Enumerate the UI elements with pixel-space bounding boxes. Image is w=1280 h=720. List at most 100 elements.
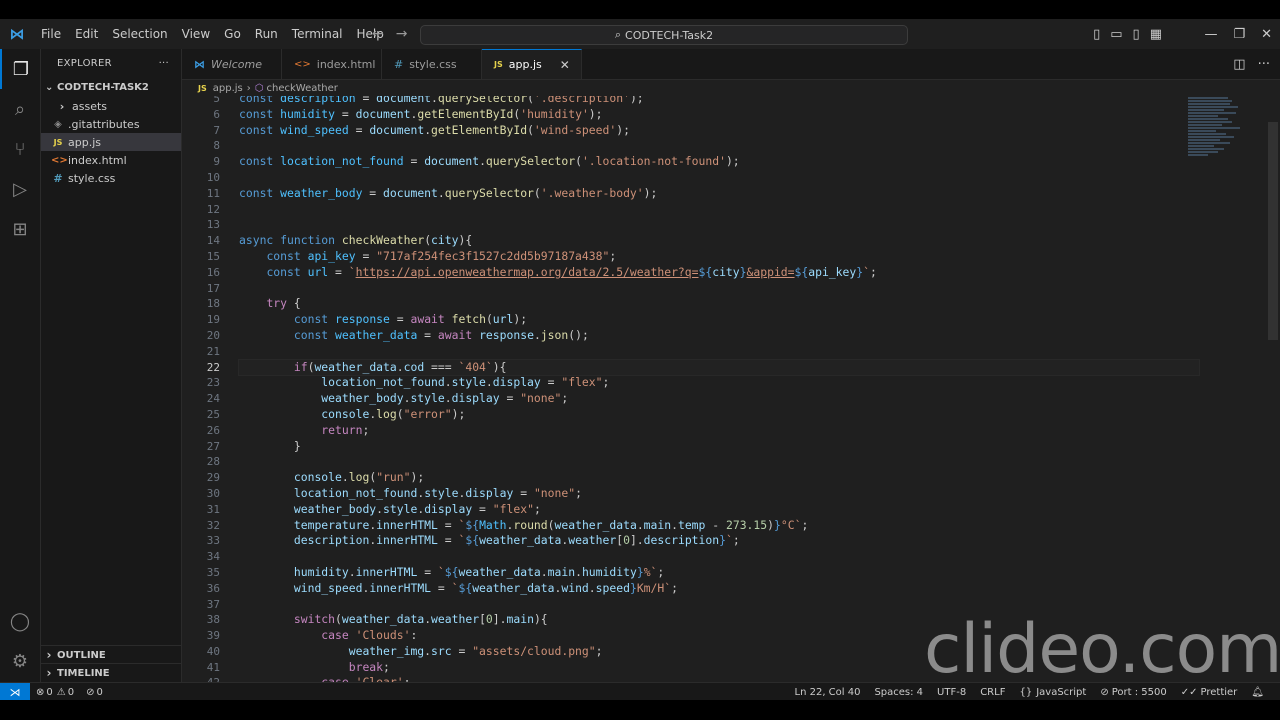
tab-app-js[interactable]: JS app.js ✕ — [482, 49, 582, 79]
line-number: 30 — [206, 486, 220, 500]
line-number: 5 — [213, 96, 220, 105]
chevron-right-icon: › — [59, 99, 65, 113]
line-number: 7 — [213, 123, 220, 137]
error-icon: ⊗ — [36, 686, 45, 698]
line-number: 35 — [206, 565, 220, 579]
code-line: try { — [266, 296, 301, 311]
git-icon: ◈ — [54, 118, 62, 130]
code-line: humidity.innerHTML = `${weather_data.mai… — [293, 564, 665, 579]
outline-section[interactable]: › OUTLINE — [41, 645, 181, 664]
code-line: const weather_data = await response.json… — [293, 327, 589, 342]
tab-style-css[interactable]: # style.css — [382, 49, 482, 79]
tree-item-app-js[interactable]: JS app.js — [41, 133, 181, 151]
menu-go[interactable]: Go — [217, 19, 248, 49]
code-line: return; — [321, 422, 370, 437]
toggle-secondary-sidebar-icon[interactable]: ▯ — [1133, 27, 1140, 42]
live-server-port[interactable]: ⊘ Port : 5500 — [1094, 687, 1172, 698]
code-area[interactable]: const description = document.querySelect… — [238, 96, 1200, 682]
line-number: 39 — [206, 629, 220, 643]
restore-icon[interactable]: ❐ — [1233, 27, 1245, 42]
code-line: const api_key = "717af254fec3f1527c2dd5b… — [266, 248, 617, 263]
encoding[interactable]: UTF-8 — [931, 687, 972, 698]
warning-count: 0 — [67, 686, 75, 698]
close-tab-icon[interactable]: ✕ — [560, 58, 570, 72]
menu-selection[interactable]: Selection — [105, 19, 174, 49]
search-icon[interactable]: ⌕ — [0, 89, 40, 129]
prettier-status[interactable]: ✓✓ Prettier — [1175, 687, 1244, 698]
more-actions-icon[interactable]: ··· — [1258, 57, 1270, 72]
tree-item-gitattributes[interactable]: ◈ .gitattributes — [41, 115, 181, 133]
activity-bar: ❐ ⌕ ⑂ ▷ ⊞ ◯ ⚙ — [0, 49, 41, 682]
menu-run[interactable]: Run — [248, 19, 285, 49]
port-label: Port : 5500 — [1111, 686, 1167, 698]
line-number: 26 — [206, 423, 220, 437]
remote-icon[interactable]: ⋊ — [0, 683, 30, 701]
breadcrumb-file[interactable]: app.js — [213, 83, 243, 94]
language-mode[interactable]: {} JavaScript — [1013, 687, 1092, 698]
tree-item-label: .gitattributes — [68, 117, 140, 131]
explorer-title: EXPLORER — [57, 57, 112, 69]
explorer-icon[interactable]: ❐ — [0, 49, 40, 89]
indentation[interactable]: Spaces: 4 — [868, 687, 929, 698]
line-number: 28 — [206, 455, 220, 469]
line-number: 33 — [206, 534, 220, 548]
menu-file[interactable]: File — [34, 19, 68, 49]
more-actions-icon[interactable]: ··· — [159, 58, 169, 69]
minimap[interactable] — [1188, 96, 1248, 186]
menu-terminal[interactable]: Terminal — [285, 19, 350, 49]
run-debug-icon[interactable]: ▷ — [0, 169, 40, 209]
tree-item-style-css[interactable]: # style.css — [41, 169, 181, 187]
js-icon: JS — [494, 60, 503, 69]
tab-welcome[interactable]: ⋈ Welcome — [182, 49, 282, 79]
code-editor[interactable]: 5 6 7 8 9 10 11 12 13 14 15 16 17 18 19 20 21 22 23 24 25 26 2… — [182, 96, 1280, 682]
double-check-icon: ✓✓ — [1180, 686, 1198, 698]
forward-arrow-icon[interactable]: → — [396, 26, 408, 42]
line-number: 31 — [206, 502, 220, 516]
back-arrow-icon[interactable]: ← — [372, 26, 384, 42]
line-number: 27 — [206, 439, 220, 453]
line-number: 11 — [206, 186, 220, 200]
line-number: 12 — [206, 202, 220, 216]
ports-indicator[interactable]: ⊘ 0 — [80, 687, 109, 698]
command-center[interactable]: ⌕ CODTECH-Task2 — [420, 25, 908, 45]
code-line: const location_not_found = document.quer… — [239, 154, 740, 169]
line-number: 25 — [206, 407, 220, 421]
toggle-primary-sidebar-icon[interactable]: ▯ — [1093, 27, 1100, 42]
code-line-current: if(weather_data.cod === `404`){ — [238, 358, 1200, 377]
settings-gear-icon[interactable]: ⚙ — [0, 641, 40, 681]
breadcrumb-symbol[interactable]: checkWeather — [266, 83, 337, 94]
tree-item-assets[interactable]: › assets — [41, 97, 181, 115]
line-number: 6 — [213, 107, 220, 121]
source-control-icon[interactable]: ⑂ — [0, 129, 40, 169]
line-number: 8 — [213, 139, 220, 153]
toggle-panel-icon[interactable]: ▭ — [1110, 27, 1122, 42]
problems-indicator[interactable]: ⊗ 0 ⚠ 0 — [30, 687, 80, 698]
broadcast-icon: ⊘ — [1100, 686, 1109, 698]
minimize-icon[interactable]: — — [1204, 27, 1217, 42]
customize-layout-icon[interactable]: ▦ — [1150, 27, 1162, 42]
workspace-root[interactable]: ⌄ CODTECH-TASK2 — [41, 77, 181, 97]
cursor-position[interactable]: Ln 22, Col 40 — [789, 687, 867, 698]
warning-icon: ⚠ — [56, 686, 66, 698]
extensions-icon[interactable]: ⊞ — [0, 209, 40, 249]
line-number: 29 — [206, 471, 220, 485]
tab-index-html[interactable]: <> index.html — [282, 49, 382, 79]
timeline-section[interactable]: › TIMELINE — [41, 663, 181, 682]
menu-edit[interactable]: Edit — [68, 19, 105, 49]
split-editor-icon[interactable]: ◫ — [1233, 57, 1245, 72]
account-icon[interactable]: ◯ — [0, 601, 40, 641]
tab-label: index.html — [316, 57, 376, 71]
chevron-right-icon: › — [46, 648, 52, 662]
language-label: JavaScript — [1036, 686, 1087, 698]
tree-item-index-html[interactable]: <> index.html — [41, 151, 181, 169]
menu-view[interactable]: View — [175, 19, 217, 49]
end-of-line[interactable]: CRLF — [974, 687, 1011, 698]
notifications-bell-icon[interactable]: 🔔︎ — [1245, 687, 1270, 698]
line-number: 34 — [206, 550, 220, 564]
close-window-icon[interactable]: ✕ — [1261, 27, 1272, 42]
editor-scrollbar[interactable] — [1268, 122, 1278, 340]
